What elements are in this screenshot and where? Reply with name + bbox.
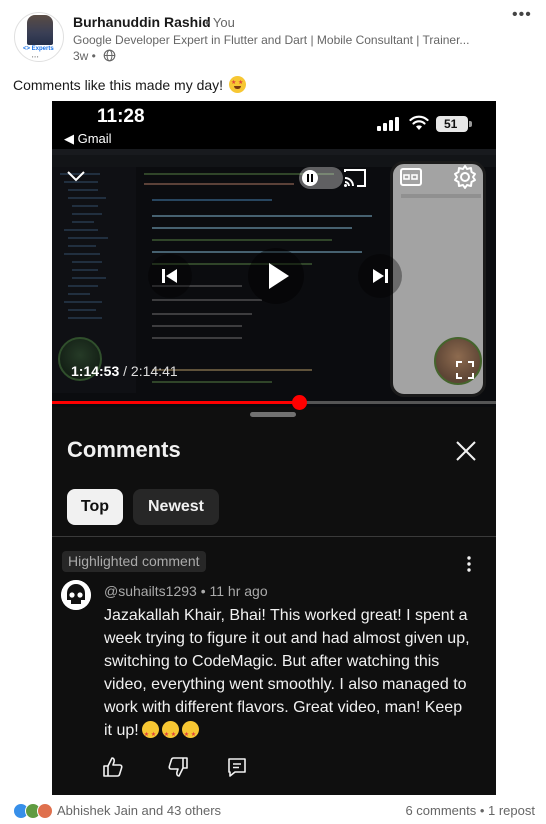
battery-nub-icon [469, 121, 472, 127]
close-icon[interactable] [454, 439, 478, 463]
star-struck-emoji-icon [228, 76, 246, 93]
comment-time: • 11 hr ago [200, 583, 268, 599]
gde-logo-icon: <> Experts [23, 46, 54, 52]
thumbs-up-icon[interactable] [103, 757, 123, 777]
video-timestamp: 1:14:53 / 2:14:41 [71, 363, 178, 379]
star-struck-emoji-icon [181, 721, 199, 747]
sheet-drag-handle[interactable] [250, 412, 296, 417]
video-progress-bar[interactable] [52, 395, 496, 410]
highlighted-comment-badge: Highlighted comment [62, 551, 206, 572]
play-button[interactable] [248, 248, 304, 304]
author-name[interactable]: Burhanuddin Rashid [73, 14, 211, 30]
thumbs-down-icon[interactable] [168, 757, 188, 777]
wifi-icon [409, 115, 429, 130]
author-avatar[interactable]: <> Experts ▪ ▪ ▪ [14, 12, 64, 62]
reaction-summary[interactable]: Abhishek Jain and 43 others [57, 803, 221, 818]
commenter-avatar[interactable] [61, 580, 91, 610]
battery-level: 51 [444, 117, 458, 131]
tab-newest[interactable]: Newest [133, 489, 219, 525]
reactions-icons[interactable] [13, 803, 55, 819]
engagement-summary[interactable]: 6 comments • 1 repost [405, 803, 535, 818]
gear-icon[interactable] [452, 164, 478, 190]
reply-icon[interactable] [227, 757, 247, 777]
scrubber-handle[interactable] [291, 395, 307, 410]
author-you-label: • You [205, 15, 235, 30]
comment-meta: @suhailts1293 • 11 hr ago [104, 583, 268, 599]
phone-screenshot[interactable]: 11:28 ◀ Gmail 51 1:14:53 / 2:14:41 Comme… [52, 101, 496, 795]
video-player[interactable]: 1:14:53 / 2:14:41 [52, 149, 496, 407]
skip-previous-icon [162, 269, 177, 283]
play-icon [269, 263, 289, 289]
comment-more-icon[interactable] [466, 555, 472, 573]
progress-fill [52, 401, 299, 404]
chevron-down-icon[interactable] [66, 169, 86, 183]
status-time: 11:28 [97, 106, 145, 127]
next-button[interactable] [358, 254, 402, 298]
autoplay-toggle[interactable] [299, 167, 343, 189]
comment-text: Jazakallah Khair, Bhai! This worked grea… [104, 604, 474, 747]
comment-author[interactable]: @suhailts1293 [104, 583, 197, 599]
closed-captions-icon[interactable] [400, 168, 422, 186]
star-struck-emoji-icon [161, 721, 179, 747]
ios-status-bar: 11:28 ◀ Gmail 51 [52, 101, 496, 149]
more-options-icon[interactable]: ••• [512, 6, 532, 24]
tab-top[interactable]: Top [67, 489, 123, 525]
cast-icon[interactable] [343, 168, 367, 188]
comments-title: Comments [67, 437, 181, 462]
current-time: 1:14:53 [71, 363, 120, 379]
back-to-gmail-link[interactable]: ◀ Gmail [64, 131, 112, 147]
author-headline: Google Developer Expert in Flutter and D… [73, 33, 470, 47]
gde-logo-subtitle-icon: ▪ ▪ ▪ [32, 54, 39, 59]
author-photo [27, 15, 53, 45]
globe-icon [103, 49, 116, 62]
video-duration: / 2:14:41 [119, 363, 178, 379]
fullscreen-icon[interactable] [456, 361, 474, 379]
signal-icon [377, 117, 399, 131]
previous-button[interactable] [148, 254, 192, 298]
comment-body: Jazakallah Khair, Bhai! This worked grea… [104, 607, 470, 739]
post-text: Comments like this made my day! [13, 76, 246, 93]
skull-avatar-icon [61, 580, 91, 610]
post-body: Comments like this made my day! [13, 77, 224, 93]
star-struck-emoji-icon [141, 721, 159, 747]
post-header: <> Experts ▪ ▪ ▪ Burhanuddin Rashid • Yo… [0, 0, 546, 68]
love-reaction-icon [37, 803, 53, 819]
skip-next-icon [373, 269, 388, 283]
divider [52, 536, 496, 537]
pause-icon [302, 170, 318, 186]
post-time: 3w • [73, 49, 96, 63]
